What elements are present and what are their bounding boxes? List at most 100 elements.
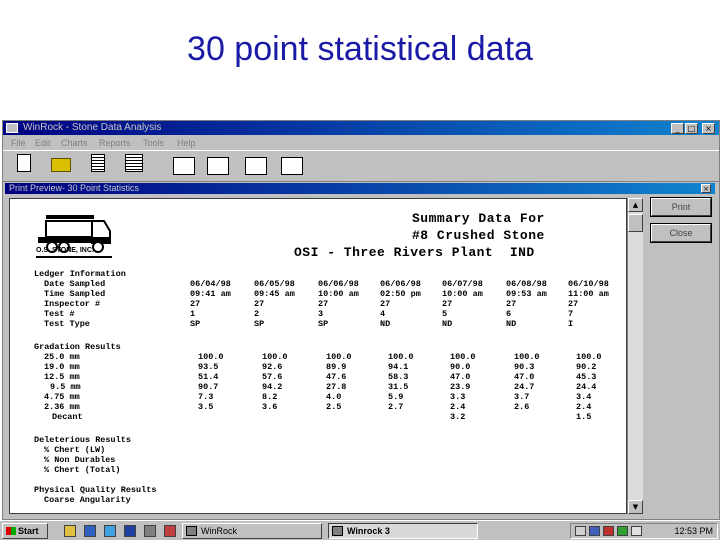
report-title-line3: OSI - Three Rivers Plant IND [294,245,535,260]
task-label: Winrock 3 [347,526,390,536]
new-document-icon[interactable] [17,154,31,172]
menu-reports[interactable]: Reports [99,138,131,148]
ledger-cell: 06/06/98 [318,279,359,289]
ledger-cell: SP [190,319,201,329]
gradation-cell: 90.0 [450,362,471,372]
gradation-cell: 100.0 [262,352,288,362]
print-button[interactable]: Print [650,197,712,217]
ledger-header: Ledger Information [34,269,126,279]
close-button[interactable]: × [702,123,715,134]
print-icon[interactable] [125,154,143,172]
tray-icon[interactable] [603,526,614,536]
chart-icon[interactable] [245,157,267,175]
table-icon[interactable] [281,157,303,175]
ledger-cell: 09:53 am [506,289,547,299]
vertical-scrollbar[interactable]: ▲ ▼ [627,198,643,514]
ledger-cell: ND [380,319,391,329]
tray-icon[interactable] [575,526,586,536]
ledger-cell: 02:50 pm [380,289,421,299]
gradation-label: 2.36 mm [44,402,80,412]
gradation-cell: 3.7 [514,392,530,402]
menu-charts[interactable]: Charts [61,138,88,148]
gradation-cell: 2.4 [576,402,592,412]
quicklaunch-folder-icon[interactable] [64,525,76,537]
quicklaunch-desktop-icon[interactable] [104,525,116,537]
tray-icon[interactable] [589,526,600,536]
quicklaunch-ie-icon[interactable] [84,525,96,537]
tray-icon[interactable] [617,526,628,536]
winrock3-task-icon [332,526,343,536]
window-titlebar[interactable]: WinRock - Stone Data Analysis _ □ × [3,121,719,135]
preview-close-icon[interactable]: × [701,184,711,193]
start-button[interactable]: Start [2,523,48,539]
taskbar-item-winrock3[interactable]: Winrock 3 [328,523,478,539]
gradation-cell: 3.5 [198,402,214,412]
winrock-task-icon [186,526,197,536]
gradation-cell: 2.6 [514,402,530,412]
gradation-cell: 2.7 [388,402,404,412]
gradation-label: 4.75 mm [44,392,80,402]
ledger-cell: 06/06/98 [380,279,421,289]
deleterious-label: % Chert (Total) [44,465,121,475]
quicklaunch-app-icon[interactable] [144,525,156,537]
preview-title: Print Preview- 30 Point Statistics [9,183,140,193]
gradation-cell: 2.5 [326,402,342,412]
gradation-cell: 58.3 [388,372,409,382]
menu-help[interactable]: Help [177,138,196,148]
ledger-label: Inspector # [44,299,101,309]
deleterious-header: Deleterious Results [34,435,131,445]
ledger-cell: ND [506,319,517,329]
ledger-label: Test # [44,309,75,319]
ledger-cell: I [568,319,574,329]
ledger-cell: 27 [190,299,201,309]
taskbar: Start WinRock Winrock 3 12:53 PM [0,520,720,540]
gradation-cell: 100.0 [388,352,414,362]
gradation-cell: 3.6 [262,402,278,412]
windows-logo-icon [6,527,16,535]
maximize-button[interactable]: □ [685,123,698,134]
preview-titlebar[interactable]: Print Preview- 30 Point Statistics × [5,183,715,194]
close-preview-button[interactable]: Close [650,223,712,243]
form-icon[interactable] [173,157,195,175]
gradation-label: 9.5 mm [50,382,81,392]
quicklaunch-app-icon[interactable] [164,525,176,537]
ledger-cell: 06/08/98 [506,279,547,289]
ledger-cell: 27 [568,299,579,309]
ledger-cell: 06/10/98 [568,279,609,289]
menu-tools[interactable]: Tools [143,138,164,148]
gradation-cell: 47.0 [450,372,471,382]
data-entry-icon[interactable] [207,157,229,175]
gradation-cell: 92.6 [262,362,283,372]
menu-file[interactable]: File [11,138,26,148]
report-icon[interactable] [91,154,105,172]
menu-edit[interactable]: Edit [35,138,51,148]
gradation-cell: 94.2 [262,382,283,392]
gradation-cell: 90.2 [576,362,597,372]
company-logo-text: O.S. STONE, INC. [36,247,94,254]
gradation-cell: 3.3 [450,392,466,402]
gradation-cell: 3.4 [576,392,592,402]
gradation-cell: 100.0 [450,352,476,362]
taskbar-item-winrock[interactable]: WinRock [182,523,322,539]
ledger-cell: 7 [568,309,574,319]
window-title: WinRock - Stone Data Analysis [23,122,162,133]
ledger-cell: ND [442,319,453,329]
gradation-cell: 89.9 [326,362,347,372]
quicklaunch-outlook-icon[interactable] [124,525,136,537]
scroll-up-icon[interactable]: ▲ [628,198,643,212]
open-folder-icon[interactable] [51,158,71,172]
app-icon[interactable] [6,123,18,133]
gradation-cell: 100.0 [326,352,352,362]
minimize-button[interactable]: _ [671,123,684,134]
ledger-cell: 09:45 am [254,289,295,299]
tray-icon[interactable] [631,526,642,536]
gradation-cell: 94.1 [388,362,409,372]
deleterious-label: % Chert (LW) [44,445,106,455]
ledger-cell: 06/05/98 [254,279,295,289]
ledger-cell: 27 [318,299,329,309]
slide-title: 30 point statistical data [187,30,533,68]
scroll-thumb[interactable] [628,214,643,232]
toolbar [3,150,719,180]
app-window: WinRock - Stone Data Analysis _ □ × File… [2,120,720,520]
scroll-down-icon[interactable]: ▼ [628,500,643,514]
